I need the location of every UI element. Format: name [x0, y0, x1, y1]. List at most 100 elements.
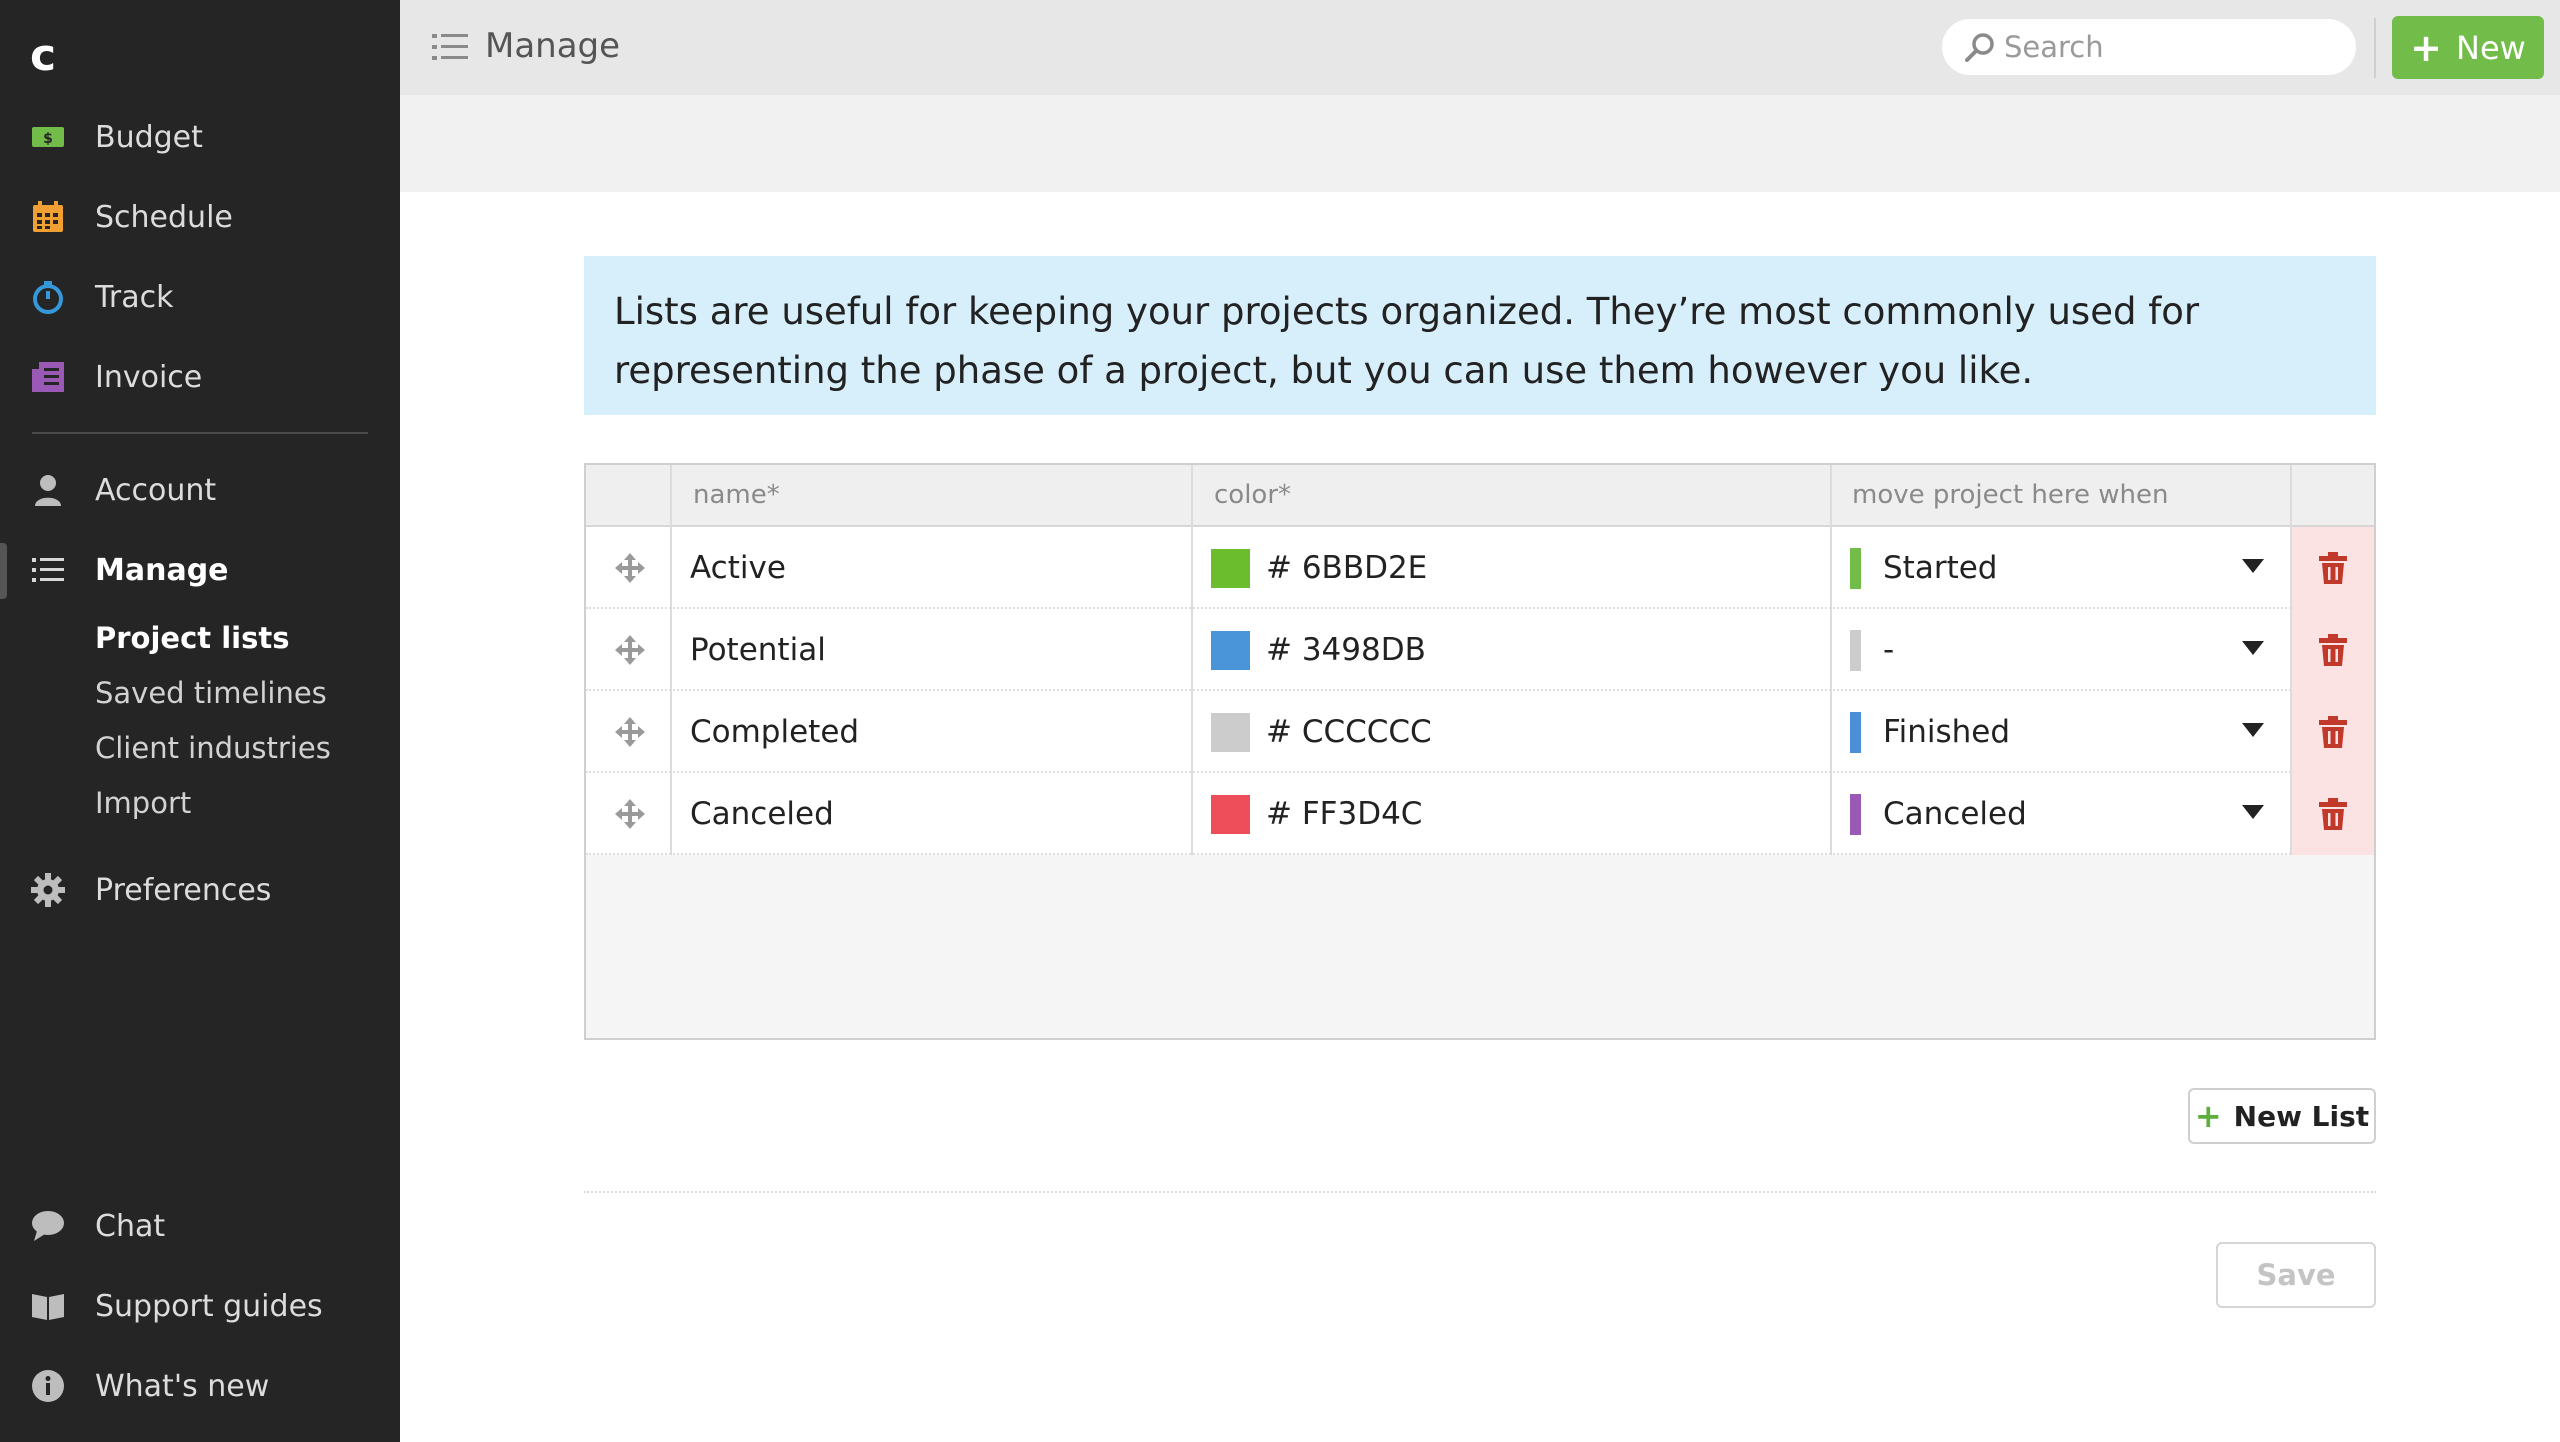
- subnav-import[interactable]: Import: [95, 786, 191, 820]
- calendar-icon: [30, 199, 66, 235]
- delete-button[interactable]: [2292, 691, 2374, 773]
- sidebar-divider: [32, 432, 368, 434]
- save-button[interactable]: Save: [2216, 1242, 2376, 1308]
- sub-header-bar: [400, 95, 2560, 192]
- new-list-button[interactable]: + New List: [2188, 1088, 2376, 1144]
- status-stripe: [1850, 793, 1861, 835]
- sidebar-item-label: Manage: [95, 552, 229, 588]
- move-when-value: Finished: [1883, 714, 2010, 750]
- status-stripe: [1850, 629, 1861, 671]
- stopwatch-icon: [30, 279, 66, 315]
- move-when-value: -: [1883, 632, 1895, 668]
- list-icon: [30, 552, 66, 588]
- trash-icon: [2319, 552, 2347, 584]
- sidebar-item-chat[interactable]: Chat: [0, 1191, 400, 1261]
- sidebar-item-label: Invoice: [95, 359, 203, 395]
- chevron-down-icon: [2242, 723, 2264, 737]
- section-divider: [584, 1191, 2376, 1193]
- status-stripe: [1850, 711, 1861, 753]
- sidebar-item-whats-new[interactable]: What's new: [0, 1351, 400, 1421]
- list-name-input[interactable]: Potential: [690, 609, 826, 691]
- color-swatch[interactable]: [1211, 630, 1250, 670]
- delete-button[interactable]: [2292, 527, 2374, 609]
- subnav-saved-timelines[interactable]: Saved timelines: [95, 676, 327, 710]
- list-icon: [432, 32, 468, 66]
- chevron-down-icon: [2242, 805, 2264, 819]
- trash-icon: [2319, 716, 2347, 748]
- color-hex: # FF3D4C: [1266, 796, 1423, 832]
- svg-text:$: $: [43, 131, 53, 147]
- chevron-down-icon: [2242, 641, 2264, 655]
- new-list-label: New List: [2233, 1099, 2370, 1133]
- search-icon: [1964, 32, 1996, 68]
- move-when-value: Started: [1883, 550, 1998, 586]
- color-field[interactable]: # 3498DB: [1211, 609, 1426, 691]
- table-row: Potential # 3498DB -: [586, 609, 2374, 691]
- sidebar-item-budget[interactable]: $ Budget: [0, 102, 400, 172]
- sidebar-item-label: Track: [95, 279, 174, 315]
- drag-handle-icon[interactable]: [610, 773, 650, 855]
- new-button-label: New: [2456, 28, 2526, 67]
- list-name-input[interactable]: Active: [690, 527, 786, 609]
- move-when-select[interactable]: Started: [1850, 527, 2290, 609]
- sidebar-item-manage[interactable]: Manage: [0, 535, 400, 605]
- invoice-icon: [30, 359, 66, 395]
- color-swatch[interactable]: [1211, 794, 1250, 834]
- list-name-input[interactable]: Completed: [690, 691, 859, 773]
- table-row: Active # 6BBD2E Started: [586, 527, 2374, 609]
- search-input[interactable]: [2004, 27, 2334, 67]
- sidebar-item-label: Chat: [95, 1208, 166, 1244]
- sidebar-item-schedule[interactable]: Schedule: [0, 182, 400, 252]
- move-when-value: Canceled: [1883, 796, 2027, 832]
- sidebar-item-track[interactable]: Track: [0, 262, 400, 332]
- color-field[interactable]: # CCCCCC: [1211, 691, 1432, 773]
- color-field[interactable]: # FF3D4C: [1211, 773, 1422, 855]
- topbar-separator: [2374, 18, 2376, 78]
- book-icon: [30, 1288, 66, 1324]
- sidebar-item-label: Account: [95, 472, 217, 508]
- trash-icon: [2319, 798, 2347, 830]
- plus-icon: +: [2194, 1097, 2222, 1135]
- plus-icon: +: [2410, 25, 2443, 70]
- new-button[interactable]: + New: [2392, 16, 2544, 79]
- move-when-select[interactable]: Finished: [1850, 691, 2290, 773]
- search-box[interactable]: [1942, 19, 2356, 75]
- subnav-client-industries[interactable]: Client industries: [95, 731, 331, 765]
- table-header: name* color* move project here when: [586, 465, 2374, 527]
- color-hex: # 6BBD2E: [1266, 550, 1428, 586]
- column-header-color: color*: [1214, 480, 1292, 510]
- delete-button[interactable]: [2292, 609, 2374, 691]
- status-stripe: [1850, 547, 1861, 589]
- money-icon: $: [30, 119, 66, 155]
- color-hex: # CCCCCC: [1266, 714, 1432, 750]
- info-icon: [30, 1368, 66, 1404]
- user-icon: [30, 472, 66, 508]
- chat-icon: [30, 1208, 66, 1244]
- subnav-project-lists[interactable]: Project lists: [95, 621, 290, 655]
- drag-handle-icon[interactable]: [610, 527, 650, 609]
- move-when-select[interactable]: Canceled: [1850, 773, 2290, 855]
- column-separator: [2290, 465, 2292, 855]
- move-when-select[interactable]: -: [1850, 609, 2290, 691]
- info-banner: Lists are useful for keeping your projec…: [584, 256, 2376, 415]
- app-logo[interactable]: c: [30, 30, 56, 81]
- sidebar-item-invoice[interactable]: Invoice: [0, 342, 400, 412]
- table-row: Canceled # FF3D4C Canceled: [586, 773, 2374, 855]
- delete-button[interactable]: [2292, 773, 2374, 855]
- sidebar-item-label: Schedule: [95, 199, 233, 235]
- drag-handle-icon[interactable]: [610, 609, 650, 691]
- sidebar-item-support-guides[interactable]: Support guides: [0, 1271, 400, 1341]
- sidebar-item-preferences[interactable]: Preferences: [0, 855, 400, 925]
- color-hex: # 3498DB: [1266, 632, 1426, 668]
- gear-icon: [30, 872, 66, 908]
- color-swatch[interactable]: [1211, 548, 1250, 588]
- column-separator: [1830, 465, 1832, 855]
- project-lists-table: name* color* move project here when Acti…: [584, 463, 2376, 1040]
- sidebar-item-account[interactable]: Account: [0, 455, 400, 525]
- color-field[interactable]: # 6BBD2E: [1211, 527, 1427, 609]
- table-row: Completed # CCCCCC Finished: [586, 691, 2374, 773]
- color-swatch[interactable]: [1211, 712, 1250, 752]
- drag-handle-icon[interactable]: [610, 691, 650, 773]
- list-name-input[interactable]: Canceled: [690, 773, 834, 855]
- page-title: Manage: [485, 26, 621, 66]
